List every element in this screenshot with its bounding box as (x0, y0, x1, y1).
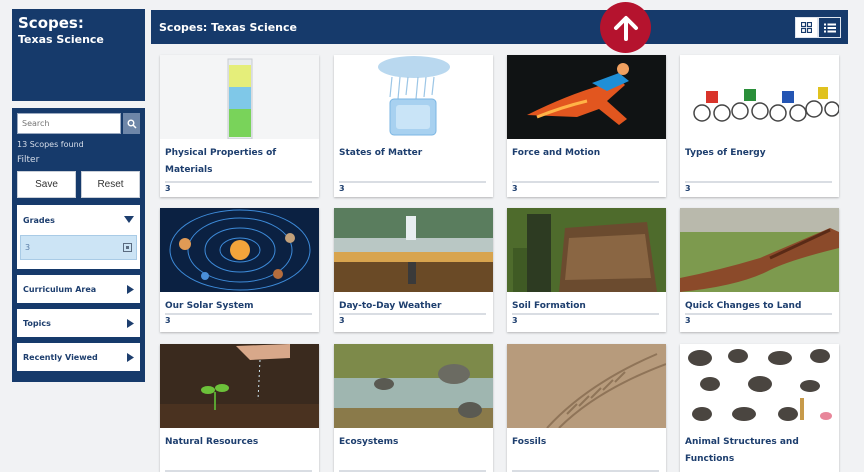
facet-topics[interactable]: Topics (17, 309, 140, 337)
search-input[interactable] (17, 113, 121, 134)
facet-label: Topics (23, 318, 51, 328)
scope-card-ecosystems[interactable]: Ecosystems (334, 344, 493, 472)
card-count: 3 (165, 316, 171, 325)
results-count: 13 Scopes found (17, 140, 84, 149)
caret-down-icon (124, 216, 134, 223)
card-title: Natural Resources (165, 437, 259, 447)
card-image (160, 344, 319, 428)
divider (685, 181, 832, 183)
view-toggle (795, 17, 841, 38)
card-count: 3 (339, 184, 345, 193)
scope-card-animal-structures[interactable]: Animal Structures and Functions (680, 344, 839, 472)
card-image (160, 55, 319, 139)
divider (512, 181, 659, 183)
scope-subtitle: Texas Science (18, 33, 104, 46)
grade-value: 3 (25, 243, 31, 252)
grid-view-icon (801, 22, 812, 33)
scope-card-natural-resources[interactable]: Natural Resources (160, 344, 319, 472)
page-title: Scopes: Texas Science (159, 20, 297, 34)
card-count: 3 (165, 184, 171, 193)
card-count: 3 (339, 316, 345, 325)
card-title: Physical Properties of Materials (165, 148, 277, 175)
filter-sidebar: 13 Scopes found Filter Save Reset Grades… (12, 108, 145, 382)
card-count: 3 (685, 316, 691, 325)
scope-card-physical-properties[interactable]: Physical Properties of Materials 3 (160, 55, 319, 197)
results-header: Scopes: Texas Science (151, 10, 848, 44)
card-image (680, 55, 839, 139)
card-title: Force and Motion (512, 148, 601, 158)
card-image (680, 344, 839, 428)
facet-recently-viewed[interactable]: Recently Viewed (17, 343, 140, 371)
search-button[interactable] (123, 113, 140, 134)
filter-actions: Save Reset (17, 171, 140, 198)
card-image (334, 344, 493, 428)
grades-facet-header[interactable]: Grades (20, 205, 137, 235)
card-image (507, 55, 666, 139)
card-title: Types of Energy (685, 148, 766, 158)
arrow-up-icon (613, 15, 638, 41)
facet-label: Curriculum Area (23, 284, 97, 294)
card-count: 3 (512, 184, 518, 193)
card-image (507, 344, 666, 428)
divider (165, 181, 312, 183)
card-image (680, 208, 839, 292)
scroll-top-button[interactable] (600, 2, 651, 53)
caret-right-icon (127, 284, 134, 294)
list-view-button[interactable] (818, 17, 841, 38)
facet-curriculum-area[interactable]: Curriculum Area (17, 275, 140, 303)
search-row (17, 113, 140, 134)
reset-button[interactable]: Reset (81, 171, 140, 198)
card-title: States of Matter (339, 148, 423, 158)
grid-view-button[interactable] (795, 17, 818, 38)
card-title: Animal Structures and Functions (685, 437, 799, 464)
caret-right-icon (127, 318, 134, 328)
scope-card-fossils[interactable]: Fossils (507, 344, 666, 472)
card-title: Ecosystems (339, 437, 399, 447)
save-button[interactable]: Save (17, 171, 76, 198)
card-count: 3 (685, 184, 691, 193)
card-image (334, 208, 493, 292)
card-image (507, 208, 666, 292)
caret-right-icon (127, 352, 134, 362)
card-image (334, 55, 493, 139)
search-icon (127, 119, 137, 129)
card-count: 3 (512, 316, 518, 325)
grades-label: Grades (23, 215, 55, 225)
grades-facet: Grades 3 (17, 205, 140, 269)
scope-card-force-and-motion[interactable]: Force and Motion 3 (507, 55, 666, 197)
facet-label: Recently Viewed (23, 352, 98, 362)
scope-card-types-of-energy[interactable]: Types of Energy 3 (680, 55, 839, 197)
scope-card-our-solar-system[interactable]: Our Solar System 3 (160, 208, 319, 332)
filter-label: Filter (17, 155, 40, 165)
scope-card-states-of-matter[interactable]: States of Matter 3 (334, 55, 493, 197)
card-title: Fossils (512, 437, 547, 447)
card-image (160, 208, 319, 292)
scope-card-soil-formation[interactable]: Soil Formation 3 (507, 208, 666, 332)
scope-title: Scopes: (18, 14, 84, 32)
scope-card-day-to-day-weather[interactable]: Day-to-Day Weather 3 (334, 208, 493, 332)
list-view-icon (823, 23, 836, 32)
scope-card-quick-changes-to-land[interactable]: Quick Changes to Land 3 (680, 208, 839, 332)
grade-filter-chip[interactable]: 3 (20, 235, 137, 260)
close-box-icon[interactable] (123, 243, 132, 252)
scope-title-panel: Scopes: Texas Science (12, 9, 145, 101)
divider (339, 181, 486, 183)
